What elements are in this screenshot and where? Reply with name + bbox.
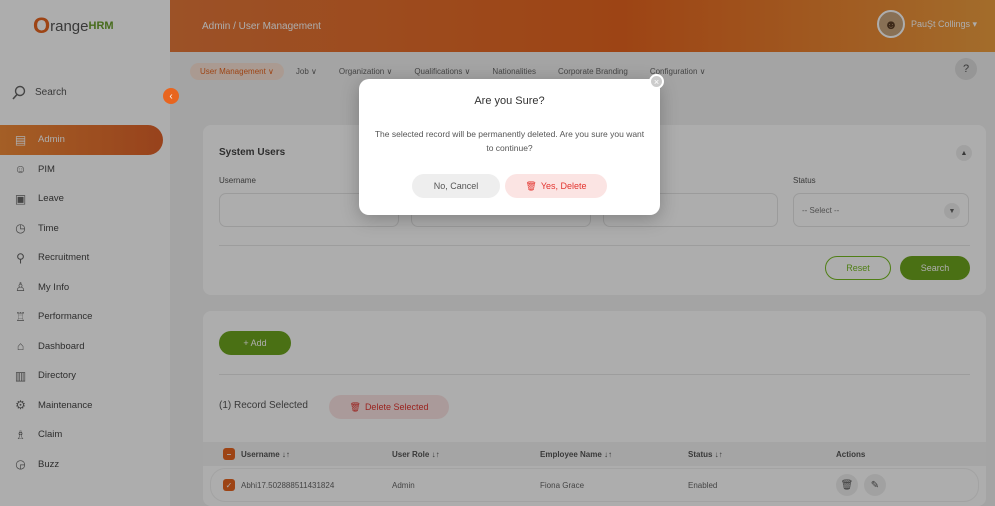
cancel-button[interactable]: No, Cancel — [412, 174, 500, 198]
chevron-left-icon: ‹ — [169, 90, 173, 102]
confirm-delete-button[interactable]: 🗑 Yes, Delete — [505, 174, 607, 198]
confirm-delete-dialog: Are you Sure? The selected record will b… — [359, 79, 660, 215]
dialog-title: Are you Sure? — [474, 95, 545, 107]
close-dialog-button[interactable]: × — [649, 74, 664, 89]
confirm-delete-label: Yes, Delete — [540, 181, 587, 191]
sidebar-collapse-button[interactable]: ‹ — [163, 88, 179, 104]
trash-icon: 🗑 — [525, 180, 537, 191]
app: Orange HRM Search ▤ Admin ☺ PIM ▣ Leave ◷ Tim… — [0, 0, 995, 506]
close-icon: × — [653, 76, 660, 87]
modal-overlay[interactable] — [0, 0, 995, 506]
dialog-message: The selected record will be permanently … — [374, 129, 645, 153]
